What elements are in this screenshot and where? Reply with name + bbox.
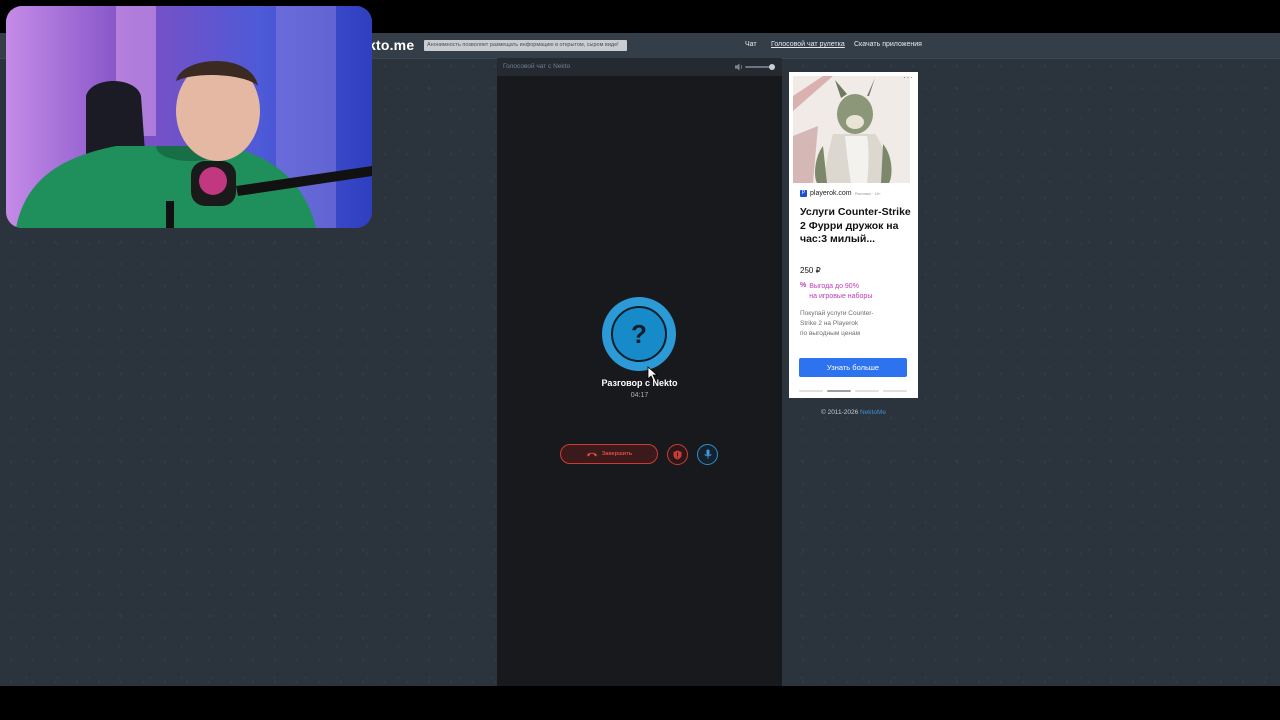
- ad-promo-text: Выгода до 90% на игровые наборы: [809, 283, 873, 300]
- ad-title[interactable]: Услуги Counter-Strike 2 Фурри дружок на …: [800, 206, 912, 247]
- shield-icon: [673, 450, 682, 459]
- unknown-user-glyph: ?: [631, 319, 647, 349]
- chat-header: Голосовой чат с Nekto: [497, 58, 782, 76]
- copyright: © 2011-2026: [820, 409, 859, 416]
- ad-disclaimer: Реклама · 18+: [854, 191, 882, 196]
- volume-slider-handle[interactable]: [769, 64, 775, 70]
- conversation-title: Разговор с Nekto: [601, 378, 678, 388]
- nav-download-apps[interactable]: Скачать приложения: [854, 41, 922, 48]
- carousel-dot[interactable]: [855, 390, 879, 392]
- microphone-button[interactable]: [697, 444, 718, 465]
- advertisement-card[interactable]: ··· P playerok.com Реклама · 18+ Услуги …: [789, 72, 918, 398]
- hangup-label: Завершить: [601, 451, 633, 457]
- microphone-icon: [704, 449, 711, 459]
- phone-hangup-icon: [586, 452, 597, 457]
- voice-chat-panel: Голосовой чат с Nekto ? Разговор с Nekto…: [497, 58, 782, 686]
- ad-source: P playerok.com Реклама · 18+: [800, 190, 881, 197]
- avatar-ring: ?: [611, 306, 667, 362]
- site-footer: © 2011-2026 NektoMe: [789, 409, 918, 416]
- partner-avatar: ?: [602, 297, 676, 371]
- chat-title: Голосовой чат с Nekto: [503, 63, 571, 70]
- footer-link-nektome[interactable]: NektoMe: [860, 409, 886, 416]
- carousel-dot[interactable]: [799, 390, 823, 392]
- hangup-button[interactable]: Завершить: [560, 444, 658, 464]
- playerok-favicon-icon: P: [800, 190, 807, 197]
- ad-carousel-indicator: [799, 390, 907, 392]
- streamer-webcam-overlay: [6, 6, 372, 228]
- ad-image[interactable]: [793, 76, 910, 183]
- anonymity-notice: Анонимность позволяет размещать информац…: [424, 40, 627, 51]
- carousel-dot[interactable]: [883, 390, 907, 392]
- call-timer: 04:17: [630, 392, 649, 399]
- ad-price: 250 ₽: [800, 266, 821, 275]
- report-button[interactable]: [667, 444, 688, 465]
- carousel-dot-active[interactable]: [827, 390, 851, 392]
- ad-menu-icon[interactable]: ···: [903, 73, 914, 82]
- ad-learn-more-button[interactable]: Узнать больше: [799, 358, 907, 377]
- nav-voice-roulette[interactable]: Голосовой чат рулетка: [771, 41, 845, 48]
- ad-description: Покупай услуги Counter- Strike 2 на Play…: [800, 310, 874, 337]
- nav-chat[interactable]: Чат: [745, 41, 757, 48]
- volume-icon[interactable]: [734, 62, 744, 72]
- ad-domain: playerok.com: [810, 190, 852, 197]
- letterbox-bottom: [0, 686, 1280, 720]
- discount-icon: %: [800, 282, 807, 289]
- ad-promo: % Выгода до 90% на игровые наборы: [800, 282, 872, 301]
